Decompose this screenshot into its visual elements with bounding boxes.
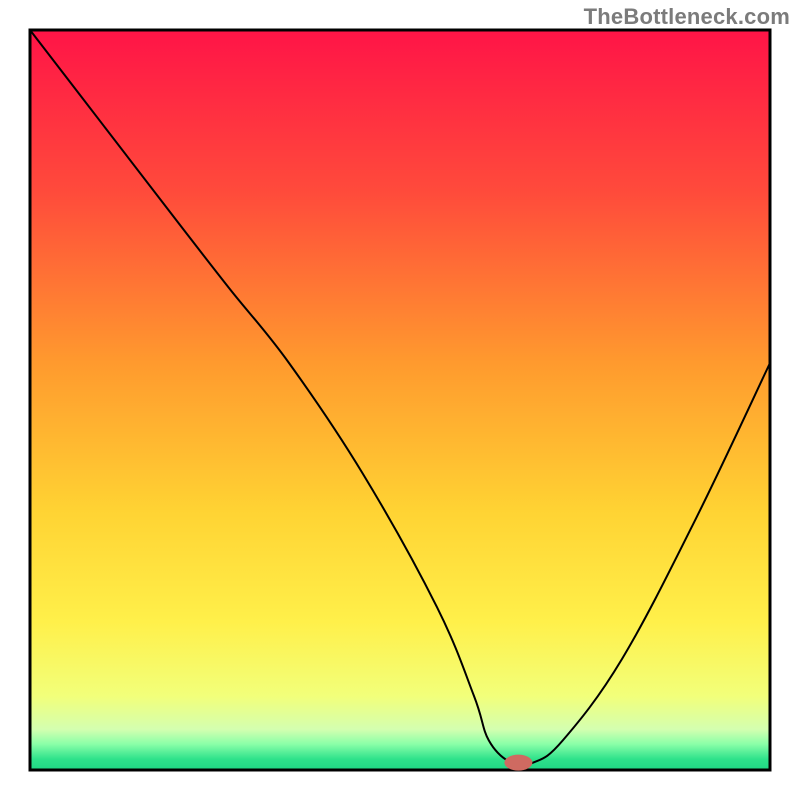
plot-background bbox=[30, 30, 770, 770]
optimal-marker bbox=[504, 755, 532, 771]
bottleneck-chart bbox=[0, 0, 800, 800]
